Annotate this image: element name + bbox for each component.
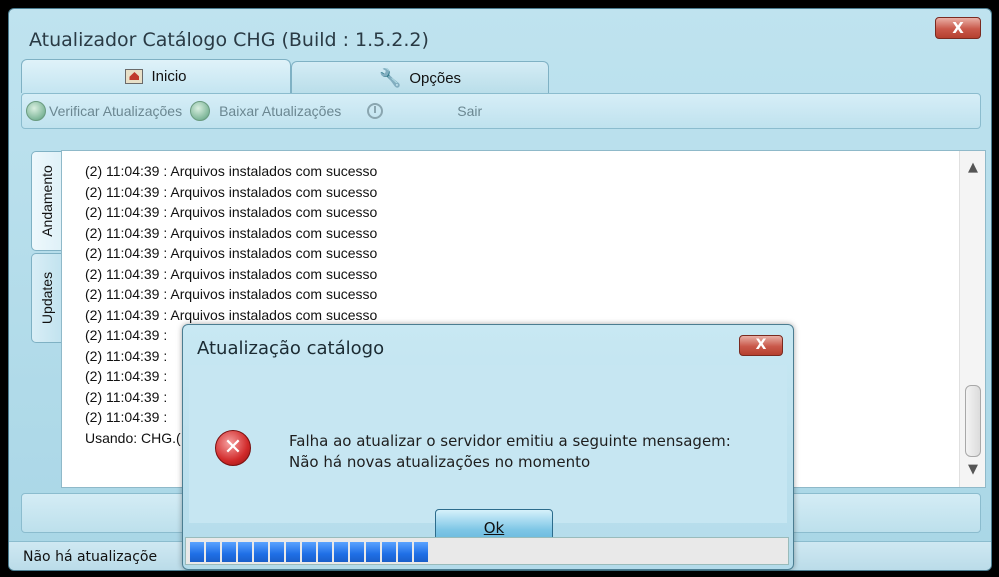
progress-segment <box>206 542 220 562</box>
scroll-up-icon[interactable]: ▲ <box>960 157 986 179</box>
power-icon <box>367 103 384 119</box>
error-dialog: Atualização catálogo X ✕ Falha ao atuali… <box>182 324 794 570</box>
progress-segment <box>366 542 380 562</box>
tab-inicio-label: Inicio <box>151 68 187 85</box>
tab-inicio[interactable]: Inicio <box>21 59 291 93</box>
log-line: (2) 11:04:39 : Arquivos instalados com s… <box>85 245 378 261</box>
home-icon <box>125 69 144 84</box>
sair-label: Sair <box>457 103 483 119</box>
dialog-title: Atualização catálogo <box>197 338 385 359</box>
toolbar: Verificar Atualizações Baixar Atualizaçõ… <box>21 93 981 129</box>
progress-segment <box>286 542 300 562</box>
dialog-message-line1: Falha ao atualizar o servidor emitiu a s… <box>289 432 731 450</box>
side-tab-updates-label: Updates <box>38 271 55 325</box>
tab-opcoes[interactable]: 🔧 Opções <box>291 61 549 95</box>
verificar-atualizacoes-button[interactable]: Verificar Atualizações <box>22 94 186 128</box>
log-scrollbar[interactable]: ▲ ▼ <box>959 151 985 487</box>
progress-segment <box>382 542 396 562</box>
dialog-body: ✕ Falha ao atualizar o servidor emitiu a… <box>189 365 787 547</box>
log-line: (2) 11:04:39 : Arquivos instalados com s… <box>85 224 378 241</box>
side-tab-updates[interactable]: Updates <box>31 253 61 343</box>
log-line: (2) 11:04:39 : Arquivos instalados com s… <box>85 183 378 200</box>
progress-track <box>190 542 428 562</box>
log-line: (2) 11:04:39 : Arquivos instalados com s… <box>85 163 378 179</box>
status-text: Não há atualizaçõe <box>23 549 158 565</box>
side-tab-andamento[interactable]: Andamento <box>31 151 61 251</box>
progress-segment <box>238 542 252 562</box>
scroll-thumb[interactable] <box>965 385 981 457</box>
progress-segment <box>350 542 364 562</box>
window-close-button[interactable]: X <box>935 17 981 39</box>
progress-segment <box>254 542 268 562</box>
refresh-icon <box>26 101 46 121</box>
progress-segment <box>414 542 428 562</box>
ok-button-label: Ok <box>483 519 505 537</box>
progress-segment <box>398 542 412 562</box>
log-line: (2) 11:04:39 : Arquivos instalados com s… <box>85 204 378 220</box>
window-title: Atualizador Catálogo CHG (Build : 1.5.2.… <box>29 29 429 51</box>
download-icon <box>190 101 211 121</box>
dialog-close-button[interactable]: X <box>739 335 783 356</box>
progress-bar <box>185 537 789 565</box>
progress-segment <box>302 542 316 562</box>
progress-segment <box>318 542 332 562</box>
log-line: (2) 11:04:39 : Arquivos instalados com s… <box>85 306 378 323</box>
side-tab-andamento-label: Andamento <box>38 165 55 237</box>
progress-segment <box>190 542 204 562</box>
baixar-label: Baixar Atualizações <box>219 103 342 119</box>
progress-segment <box>270 542 284 562</box>
progress-segment <box>334 542 348 562</box>
log-line: (2) 11:04:39 : Arquivos instalados com s… <box>85 286 378 302</box>
dialog-message-line2: Não há novas atualizações no momento <box>289 453 591 471</box>
baixar-atualizacoes-button[interactable]: Baixar Atualizações <box>186 94 345 128</box>
scroll-down-icon[interactable]: ▼ <box>960 459 986 481</box>
error-icon: ✕ <box>215 430 251 466</box>
log-line: (2) 11:04:39 : Arquivos instalados com s… <box>85 265 378 282</box>
wrench-icon: 🔧 <box>378 68 402 88</box>
tab-opcoes-label: Opções <box>409 70 462 87</box>
progress-segment <box>222 542 236 562</box>
dialog-message: Falha ao atualizar o servidor emitiu a s… <box>289 431 731 473</box>
verificar-label: Verificar Atualizações <box>49 103 183 119</box>
sair-button[interactable]: Sair <box>453 94 486 128</box>
